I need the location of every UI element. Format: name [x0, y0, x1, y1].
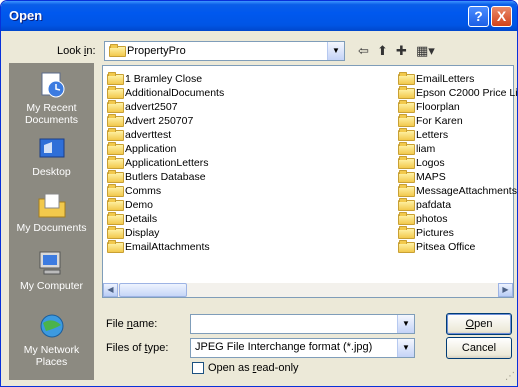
- chevron-down-icon[interactable]: ▼: [327, 42, 344, 60]
- folder-icon: [398, 226, 415, 239]
- folder-icon: [107, 114, 124, 127]
- list-item[interactable]: Floorplan: [398, 100, 460, 114]
- network-places-icon: [40, 314, 63, 338]
- file-type-dropdown[interactable]: JPEG File Interchange format (*.jpg) ▼: [190, 338, 415, 358]
- folder-icon: [107, 226, 124, 239]
- file-name-label: File name:: [106, 318, 158, 330]
- list-item[interactable]: adverttest: [107, 128, 171, 142]
- folder-icon: [107, 184, 124, 197]
- list-item[interactable]: Epson C2000 Price List: [398, 86, 517, 100]
- folder-icon: [107, 100, 124, 113]
- list-item[interactable]: MAPS: [398, 170, 446, 184]
- list-item[interactable]: MessageAttachments: [398, 184, 517, 198]
- list-item[interactable]: Pitsea Office: [398, 240, 475, 254]
- list-item[interactable]: liam: [398, 142, 435, 156]
- list-item[interactable]: Letters: [398, 128, 448, 142]
- file-type-label: Files of type:: [106, 342, 169, 354]
- list-item[interactable]: Advert 250707: [107, 114, 193, 128]
- horizontal-scrollbar[interactable]: ◀ ▶: [102, 283, 514, 298]
- read-only-label[interactable]: Open as read-only: [208, 362, 299, 374]
- list-item[interactable]: Details: [107, 212, 157, 226]
- list-item[interactable]: 1 Bramley Close: [107, 72, 202, 86]
- list-item[interactable]: EmailAttachments: [107, 240, 210, 254]
- folder-icon: [398, 72, 415, 85]
- list-item[interactable]: ApplicationLetters: [107, 156, 208, 170]
- folder-icon: [398, 86, 415, 99]
- list-item[interactable]: Demo: [107, 198, 153, 212]
- folder-icon: [107, 240, 124, 253]
- list-item[interactable]: Pictures: [398, 226, 454, 240]
- look-in-dropdown[interactable]: PropertyPro ▼: [104, 41, 345, 61]
- desktop-icon: [39, 138, 64, 158]
- look-in-label: Look in:: [57, 45, 96, 57]
- help-button[interactable]: ?: [468, 6, 489, 27]
- folder-icon: [398, 128, 415, 141]
- my-computer-icon: [39, 251, 60, 275]
- scroll-left-icon[interactable]: ◀: [103, 283, 118, 297]
- cancel-button[interactable]: Cancel: [446, 337, 512, 359]
- new-folder-icon[interactable]: ✚: [396, 43, 407, 59]
- open-button[interactable]: Open: [446, 313, 512, 335]
- folder-icon: [398, 212, 415, 225]
- place-my-documents[interactable]: My Documents: [9, 191, 94, 234]
- list-item[interactable]: EmailLetters: [398, 72, 474, 86]
- dialog-title: Open: [9, 8, 43, 23]
- folder-icon: [107, 212, 124, 225]
- recent-documents-icon: [41, 72, 64, 98]
- place-recent[interactable]: My Recent Documents: [9, 71, 94, 126]
- file-name-field[interactable]: ▼: [190, 314, 415, 334]
- title-bar[interactable]: Open ? X: [1, 1, 517, 31]
- open-dialog: Open ? X Look in: PropertyPro ▼ ⇦ ⬆ ✚ ▦▾…: [0, 0, 518, 387]
- up-folder-icon[interactable]: ⬆: [377, 43, 388, 59]
- chevron-down-icon[interactable]: ▼: [397, 339, 414, 357]
- resize-grip-icon[interactable]: ⋰: [503, 372, 515, 384]
- folder-icon: [398, 100, 415, 113]
- look-in-value: PropertyPro: [127, 45, 186, 57]
- folder-icon: [107, 142, 124, 155]
- scroll-thumb[interactable]: [119, 283, 187, 297]
- folder-icon: [398, 184, 415, 197]
- list-item[interactable]: Butlers Database: [107, 170, 206, 184]
- list-item[interactable]: Application: [107, 142, 176, 156]
- my-documents-icon: [38, 193, 65, 218]
- folder-icon: [107, 72, 124, 85]
- list-item[interactable]: Logos: [398, 156, 445, 170]
- place-network[interactable]: My Network Places: [9, 313, 94, 368]
- list-item[interactable]: Comms: [107, 184, 161, 198]
- list-item[interactable]: advert2507: [107, 100, 178, 114]
- folder-icon: [107, 198, 124, 211]
- folder-icon: [107, 128, 124, 141]
- file-list[interactable]: 1 Bramley Close AdditionalDocuments adve…: [102, 65, 517, 297]
- folder-icon: [107, 86, 124, 99]
- scroll-right-icon[interactable]: ▶: [498, 283, 513, 297]
- back-arrow-icon[interactable]: ⇦: [358, 43, 369, 59]
- chevron-down-icon[interactable]: ▼: [397, 315, 414, 333]
- folder-icon: [109, 44, 126, 57]
- close-button[interactable]: X: [491, 6, 512, 27]
- list-item[interactable]: For Karen: [398, 114, 463, 128]
- list-item[interactable]: AdditionalDocuments: [107, 86, 224, 100]
- folder-icon: [398, 198, 415, 211]
- read-only-checkbox[interactable]: [192, 362, 204, 374]
- folder-icon: [398, 142, 415, 155]
- folder-icon: [398, 114, 415, 127]
- views-menu-icon[interactable]: ▦▾: [416, 43, 435, 59]
- list-item[interactable]: Display: [107, 226, 159, 240]
- list-item[interactable]: pafdata: [398, 198, 451, 212]
- place-desktop[interactable]: Desktop: [9, 135, 94, 178]
- folder-icon: [107, 170, 124, 183]
- place-my-computer[interactable]: My Computer: [9, 249, 94, 292]
- folder-icon: [107, 156, 124, 169]
- list-item[interactable]: photos: [398, 212, 448, 226]
- places-bar: My Recent Documents Desktop My Documents…: [9, 63, 94, 380]
- folder-icon: [398, 170, 415, 183]
- folder-icon: [398, 240, 415, 253]
- folder-icon: [398, 156, 415, 169]
